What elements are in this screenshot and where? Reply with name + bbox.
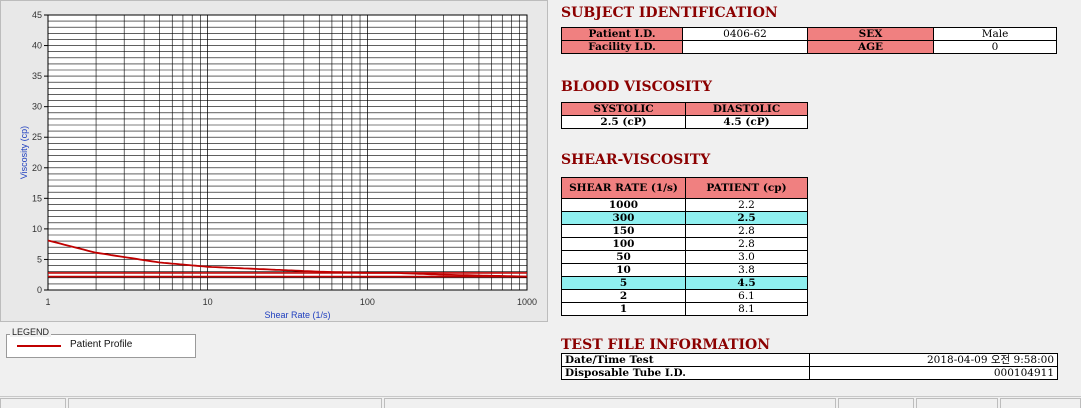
y-tick-label: 40: [32, 41, 42, 51]
diastolic-label: DIASTOLIC: [685, 102, 808, 116]
y-tick-label: 25: [32, 132, 42, 142]
shear-row: 50 3.0: [561, 250, 808, 264]
shear-rate-cell: 5: [561, 276, 686, 290]
patient-cp-cell: 2.8: [685, 237, 808, 251]
shear-row: 10 3.8: [561, 263, 808, 277]
legend-line-patient: [17, 345, 61, 347]
y-tick-label: 30: [32, 102, 42, 112]
y-tick-label: 35: [32, 71, 42, 81]
facility-id-value: [682, 40, 808, 54]
x-axis-label: Shear Rate (1/s): [264, 310, 330, 320]
y-tick-label: 10: [32, 224, 42, 234]
y-tick-label: 5: [37, 254, 42, 264]
subject-section-title: SUBJECT IDENTIFICATION: [561, 5, 778, 21]
sex-label: SEX: [807, 27, 934, 41]
patient-id-label: Patient I.D.: [561, 27, 683, 41]
status-bar: [0, 396, 1081, 408]
shear-row-highlighted: 300 2.5: [561, 211, 808, 225]
x-tick-label: 1: [45, 297, 50, 307]
shear-row-highlighted: 5 4.5: [561, 276, 808, 290]
y-tick-label: 15: [32, 193, 42, 203]
tube-id-label: Disposable Tube I.D.: [561, 366, 810, 380]
patient-cp-cell: 3.0: [685, 250, 808, 264]
shear-rate-cell: 1: [561, 302, 686, 316]
blood-section-title: BLOOD VISCOSITY: [561, 79, 713, 95]
y-axis-label: Viscosity (cp): [19, 126, 29, 179]
x-tick-label: 100: [360, 297, 375, 307]
datetime-value: 2018-04-09 오전 9:58:00: [809, 353, 1058, 367]
y-tick-label: 20: [32, 163, 42, 173]
diastolic-value: 4.5 (cP): [685, 115, 808, 129]
testfile-section-title: TEST FILE INFORMATION: [561, 337, 771, 353]
viscosity-chart: 0 5 10 15 20 25 30 35 40 45 1 10 100 1000 Shear Rate (…: [19, 10, 537, 320]
facility-id-label: Facility I.D.: [561, 40, 683, 54]
shear-row: 1000 2.2: [561, 198, 808, 212]
shear-row: 150 2.8: [561, 224, 808, 238]
y-tick-label: 0: [37, 285, 42, 295]
blood-viscosity-table: SYSTOLIC DIASTOLIC 2.5 (cP) 4.5 (cP): [561, 102, 808, 129]
shear-rate-cell: 100: [561, 237, 686, 251]
legend-box: Patient Profile: [6, 334, 196, 358]
patient-cp-cell: 8.1: [685, 302, 808, 316]
shear-viscosity-table: SHEAR RATE (1/s) PATIENT (cp) 1000 2.2 30…: [561, 177, 808, 316]
sex-value: Male: [933, 27, 1057, 41]
testfile-table: Date/Time Test 2018-04-09 오전 9:58:00 Dis…: [561, 353, 1058, 380]
x-tick-label: 1000: [517, 297, 537, 307]
shear-rate-cell: 2: [561, 289, 686, 303]
shear-rate-cell: 1000: [561, 198, 686, 212]
shear-rate-cell: 150: [561, 224, 686, 238]
patient-cp-cell: 4.5: [685, 276, 808, 290]
datetime-label: Date/Time Test: [561, 353, 810, 367]
systolic-label: SYSTOLIC: [561, 102, 686, 116]
systolic-value: 2.5 (cP): [561, 115, 686, 129]
patient-cp-cell: 2.5: [685, 211, 808, 225]
age-value: 0: [933, 40, 1057, 54]
tube-id-value: 000104911: [809, 366, 1058, 380]
legend-title: LEGEND: [10, 327, 52, 337]
legend-label-patient: Patient Profile: [70, 339, 133, 350]
shear-row: 1 8.1: [561, 302, 808, 316]
patient-cp-cell: 6.1: [685, 289, 808, 303]
subject-table: Patient I.D. 0406-62 SEX Male Facility I…: [561, 27, 1057, 54]
shear-rate-cell: 50: [561, 250, 686, 264]
shear-rate-cell: 10: [561, 263, 686, 277]
patient-id-value: 0406-62: [682, 27, 808, 41]
plot-area: [47, 14, 528, 291]
patient-cp-cell: 2.2: [685, 198, 808, 212]
shear-row: 2 6.1: [561, 289, 808, 303]
patient-cp-cell: 2.8: [685, 224, 808, 238]
patient-cp-header: PATIENT (cp): [685, 177, 808, 199]
shear-rate-cell: 300: [561, 211, 686, 225]
y-tick-label: 45: [32, 10, 42, 20]
shear-section-title: SHEAR-VISCOSITY: [561, 152, 711, 168]
shear-rate-header: SHEAR RATE (1/s): [561, 177, 686, 199]
chart-panel: 0 5 10 15 20 25 30 35 40 45 1 10 100 1000 Shear Rate (…: [0, 0, 548, 322]
age-label: AGE: [807, 40, 934, 54]
x-tick-label: 10: [203, 297, 213, 307]
shear-row: 100 2.8: [561, 237, 808, 251]
patient-cp-cell: 3.8: [685, 263, 808, 277]
